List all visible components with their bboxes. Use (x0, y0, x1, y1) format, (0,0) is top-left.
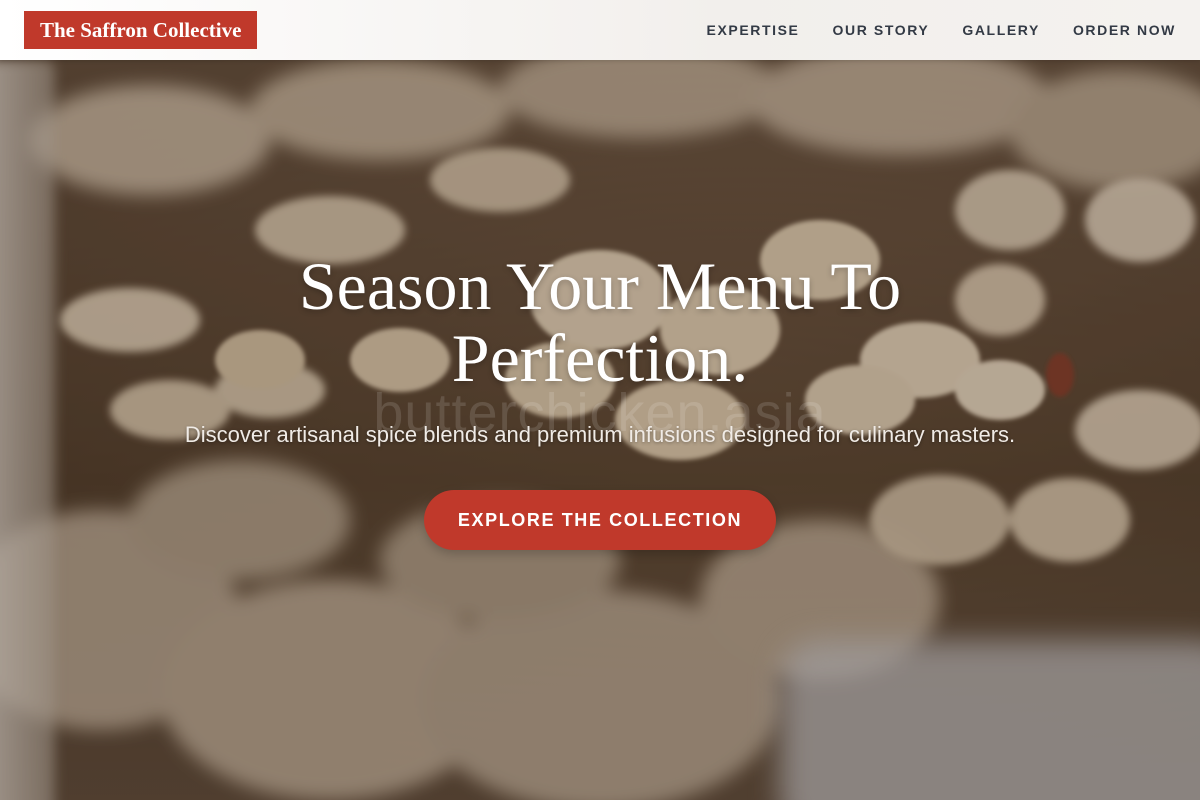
main-nav: EXPERTISE OUR STORY GALLERY ORDER NOW (707, 0, 1176, 60)
nav-link-order-now[interactable]: ORDER NOW (1073, 22, 1176, 38)
brand-logo[interactable]: The Saffron Collective (24, 11, 258, 49)
hero-title: Season Your Menu To Perfection. (298, 248, 902, 396)
page: The Saffron Collective EXPERTISE OUR STO… (0, 0, 1200, 800)
nav-link-expertise[interactable]: EXPERTISE (707, 22, 800, 38)
nav-link-our-story[interactable]: OUR STORY (833, 22, 930, 38)
hero-subtitle: Discover artisanal spice blends and prem… (184, 422, 1016, 447)
hero-section: Season Your Menu To Perfection. butterch… (0, 0, 1200, 800)
nav-link-gallery[interactable]: GALLERY (962, 22, 1040, 38)
site-header: The Saffron Collective EXPERTISE OUR STO… (0, 0, 1200, 60)
explore-collection-button[interactable]: EXPLORE THE COLLECTION (424, 490, 776, 550)
